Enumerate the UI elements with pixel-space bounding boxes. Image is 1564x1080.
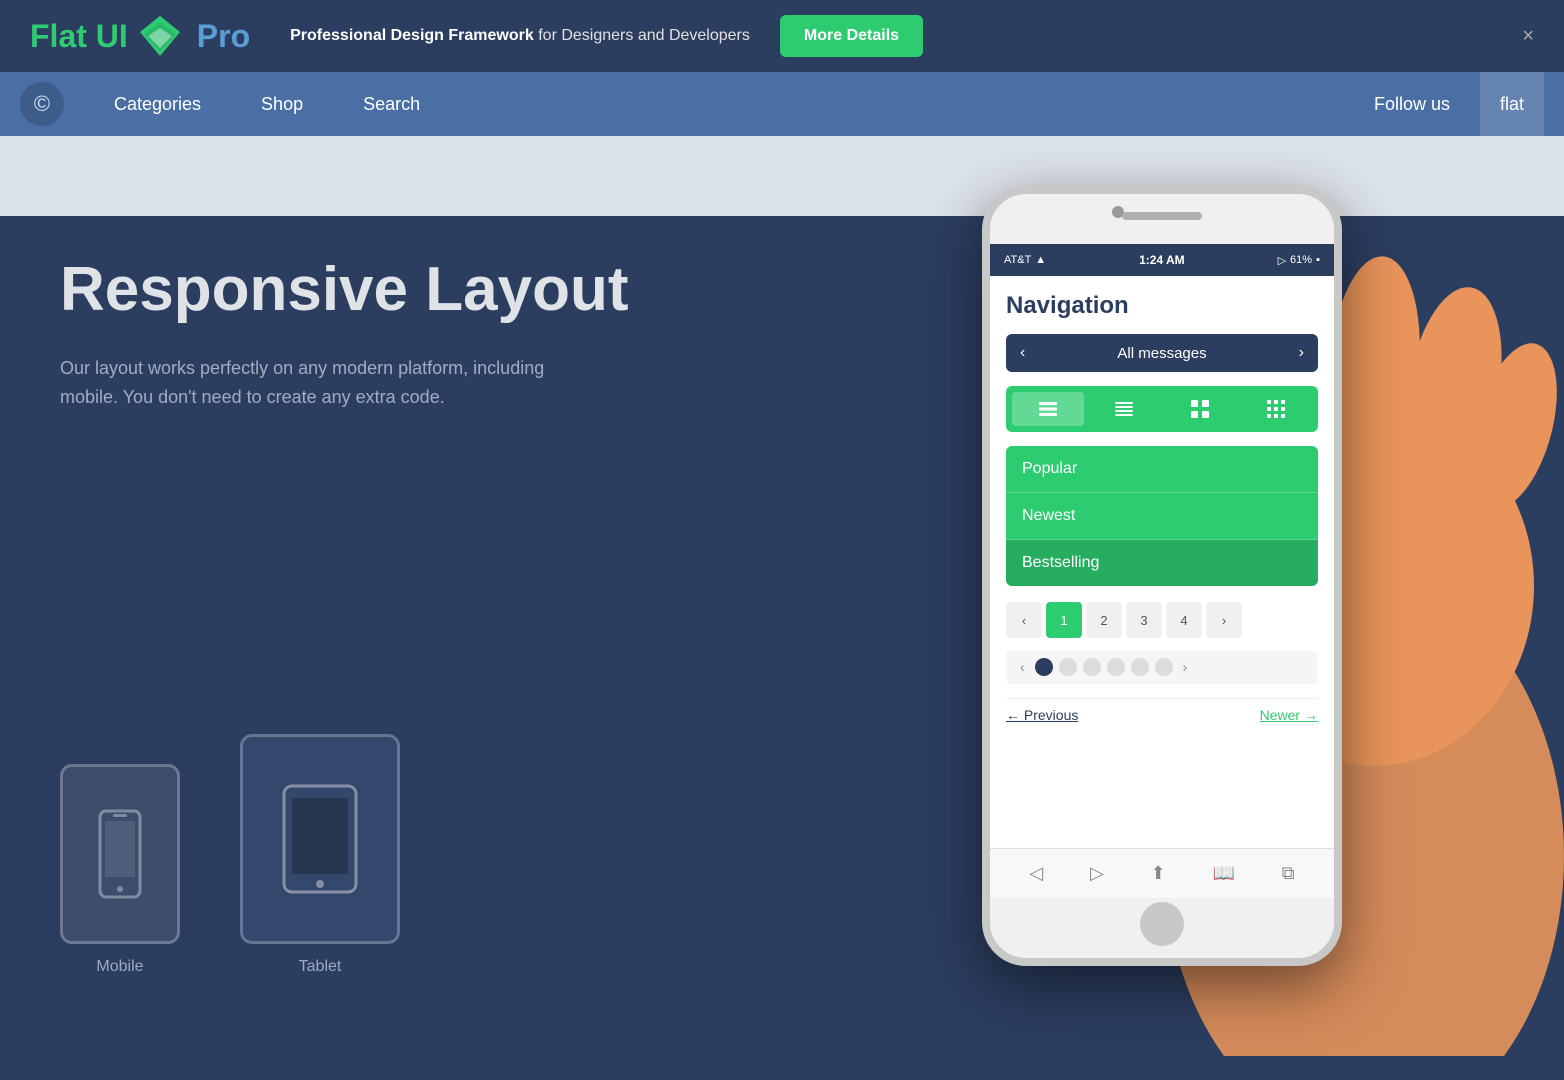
wifi-icon: ▲ [1035,254,1046,266]
banner-close-button[interactable]: × [1522,25,1534,48]
status-time: 1:24 AM [1139,253,1185,267]
phone-screen: AT&T ▲ 1:24 AM ▷ 61% ▪ Navigation ‹ All … [990,244,1334,898]
nav-item-search[interactable]: Search [333,72,450,136]
back-browser-icon[interactable]: ◁ [1029,863,1043,884]
logo-flat-text: Flat UI [30,18,128,55]
device-icons: Mobile Tablet [60,734,400,976]
page-2-btn[interactable]: 2 [1086,602,1122,638]
toggle-grid3-icon[interactable] [1240,392,1312,426]
dot-3[interactable] [1083,658,1101,676]
hero-title: Responsive Layout [60,256,628,324]
dots-prev-arrow[interactable]: ‹ [1016,659,1029,675]
tagline-rest: for Designers and Developers [538,27,750,44]
phone-frame: AT&T ▲ 1:24 AM ▷ 61% ▪ Navigation ‹ All … [982,186,1342,966]
list-item-popular[interactable]: Popular [1006,446,1318,493]
phone-prev-next: ← Previous Newer → [1006,698,1318,731]
carrier-text: AT&T [1004,254,1031,266]
toggle-lines-icon[interactable] [1088,392,1160,426]
page-prev-btn[interactable]: ‹ [1006,602,1042,638]
tablet-box [240,734,400,944]
tablet-icon [280,784,360,894]
dots-next-arrow[interactable]: › [1179,659,1192,675]
mobile-icon [95,809,145,899]
tablet-device-item: Tablet [240,734,400,976]
dot-4[interactable] [1107,658,1125,676]
top-banner: Flat UI Pro Professional Design Framewor… [0,0,1564,72]
bookmark-browser-icon[interactable]: 📖 [1213,863,1235,884]
hero-section: Responsive Layout Our layout works perfe… [0,136,1564,1056]
phone-status-bar: AT&T ▲ 1:24 AM ▷ 61% ▪ [990,244,1334,276]
tabs-browser-icon[interactable]: ⧉ [1282,863,1295,884]
dot-5[interactable] [1131,658,1149,676]
battery-icon: ▪ [1316,254,1320,266]
status-right: ▷ 61% ▪ [1278,254,1320,267]
list-item-bestselling[interactable]: Bestselling [1006,540,1318,586]
brand-icon-symbol: © [34,91,50,117]
toggle-grid2-icon[interactable] [1164,392,1236,426]
tagline-strong: Professional Design Framework [290,27,534,44]
phone-bottom-bar: ◁ ▷ ⬆ 📖 ⧉ [990,848,1334,898]
dot-6[interactable] [1155,658,1173,676]
page-3-btn[interactable]: 3 [1126,602,1162,638]
mobile-device-item: Mobile [60,764,180,976]
mobile-label: Mobile [96,958,143,976]
phone-nav-title: Navigation [1006,292,1318,320]
all-messages-label: All messages [1039,345,1284,362]
nav-right: Follow us flat [1344,72,1544,136]
phone-list: Popular Newest Bestselling [1006,446,1318,586]
nav-flat[interactable]: flat [1480,72,1544,136]
nav-follow-us[interactable]: Follow us [1344,94,1480,115]
brand-icon[interactable]: © [20,82,64,126]
previous-link[interactable]: ← Previous [1006,707,1078,723]
battery-text: 61% [1290,254,1312,266]
more-details-button[interactable]: More Details [780,15,923,57]
phone-speaker [1122,212,1202,220]
status-left: AT&T ▲ [1004,254,1046,266]
phone-pagination: ‹ 1 2 3 4 › [1006,602,1318,638]
nav-item-shop[interactable]: Shop [231,72,333,136]
logo-diamond-icon [138,14,182,58]
hero-description: Our layout works perfectly on any modern… [60,354,580,412]
hero-content: Responsive Layout Our layout works perfe… [60,256,628,472]
nav-next-arrow[interactable]: › [1285,334,1318,372]
share-browser-icon[interactable]: ⬆ [1151,863,1166,884]
page-4-btn[interactable]: 4 [1166,602,1202,638]
logo-pro-text: Pro [197,18,250,55]
page-1-btn[interactable]: 1 [1046,602,1082,638]
dot-2[interactable] [1059,658,1077,676]
nav-item-categories[interactable]: Categories [84,72,231,136]
logo-area: Flat UI Pro [30,14,250,58]
phone-view-toggles [1006,386,1318,432]
forward-browser-icon[interactable]: ▷ [1090,863,1104,884]
battery-arrow-icon: ▷ [1278,254,1286,267]
banner-tagline: Professional Design Framework for Design… [290,27,750,45]
nav-prev-arrow[interactable]: ‹ [1006,334,1039,372]
dot-1[interactable] [1035,658,1053,676]
list-item-newest[interactable]: Newest [1006,493,1318,540]
tablet-label: Tablet [299,958,342,976]
phone-dots-pagination: ‹ › [1006,650,1318,684]
phone-home-button[interactable] [1140,902,1184,946]
page-next-btn[interactable]: › [1206,602,1242,638]
mobile-box [60,764,180,944]
toggle-list-icon[interactable] [1012,392,1084,426]
phone-content-area: Navigation ‹ All messages › [990,276,1334,731]
phone-nav-pills[interactable]: ‹ All messages › [1006,334,1318,372]
navbar: © Categories Shop Search Follow us flat [0,72,1564,136]
newer-link[interactable]: Newer → [1260,707,1318,723]
